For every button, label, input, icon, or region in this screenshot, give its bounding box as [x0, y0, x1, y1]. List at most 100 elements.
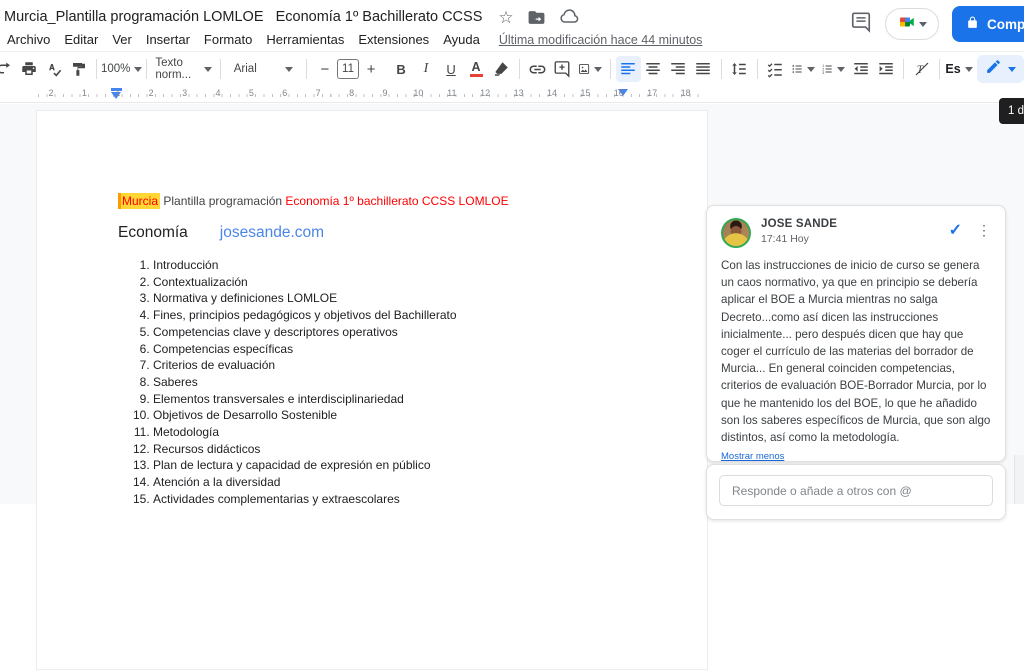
editing-mode-button[interactable]	[977, 55, 1024, 83]
resolve-check-icon[interactable]: ✓	[949, 220, 962, 240]
zoom-select[interactable]: 100%	[102, 56, 141, 82]
toolbar: 100% Texto norm... Arial − 11 + B I U A	[0, 52, 1024, 86]
menu-ver[interactable]: Ver	[105, 30, 139, 49]
ruler-number: 1	[115, 88, 120, 98]
list-item: Actividades complementarias y extraescol…	[153, 491, 667, 508]
print-icon[interactable]	[16, 56, 41, 82]
text-color-label: A	[472, 61, 481, 74]
font-size-increase-button[interactable]: +	[359, 56, 384, 82]
doc-heading-line[interactable]: Economía josesande.com	[118, 224, 667, 242]
list-item: Normativa y definiciones LOMLOE	[153, 290, 667, 307]
chevron-down-icon	[1008, 67, 1016, 72]
align-left-button[interactable]	[616, 56, 641, 82]
text-color-button[interactable]: A	[464, 56, 489, 82]
comment-body: Con las instrucciones de inicio de curso…	[721, 257, 991, 446]
doc-title-red[interactable]: Economía 1º bachillerato CCSS LOMLOE	[285, 194, 508, 208]
lock-icon	[966, 16, 979, 32]
list-item: Plan de lectura y capacidad de expresión…	[153, 457, 667, 474]
doc-numbered-list[interactable]: IntroducciónContextualizaciónNormativa y…	[118, 257, 667, 508]
list-item: Competencias específicas	[153, 341, 667, 358]
menu-editar[interactable]: Editar	[57, 30, 105, 49]
highlight-color-icon[interactable]	[489, 56, 514, 82]
clear-formatting-icon[interactable]: T	[909, 56, 934, 82]
ruler-number: 15	[580, 88, 590, 98]
list-item: Contextualización	[153, 274, 667, 291]
bulleted-list-button[interactable]	[788, 56, 818, 82]
reply-input[interactable]	[719, 475, 993, 506]
comment-history-icon[interactable]	[850, 11, 872, 38]
add-comment-icon[interactable]	[550, 56, 575, 82]
menu-ayuda[interactable]: Ayuda	[436, 30, 487, 49]
paint-format-icon[interactable]	[66, 56, 91, 82]
ruler-number: 2	[149, 88, 154, 98]
ruler-number: 13	[514, 88, 524, 98]
insert-link-icon[interactable]	[525, 56, 550, 82]
insert-image-button[interactable]	[575, 56, 605, 82]
avatar	[721, 218, 751, 248]
font-size-input[interactable]: 11	[337, 59, 358, 79]
align-justify-button[interactable]	[691, 56, 716, 82]
ruler-number: 8	[349, 88, 354, 98]
styles-select[interactable]: Texto norm...	[152, 56, 214, 82]
star-icon[interactable]: ☆	[498, 9, 513, 26]
redo-icon[interactable]	[0, 56, 16, 82]
cloud-status-icon[interactable]	[559, 7, 579, 27]
bold-button[interactable]: B	[389, 56, 414, 82]
highlighted-text[interactable]: Murcia	[118, 193, 160, 209]
ruler-number: 5	[249, 88, 254, 98]
doc-title-line[interactable]: Murcia Plantilla programación Economía 1…	[118, 194, 667, 208]
ruler[interactable]: 21123456789101112131415161718	[0, 86, 1024, 103]
app-header: Murcia_Plantilla programación LOMLOE Eco…	[0, 0, 1024, 52]
line-spacing-icon[interactable]	[727, 56, 752, 82]
chevron-down-icon	[807, 67, 815, 72]
list-item: Introducción	[153, 257, 667, 274]
list-item: Saberes	[153, 374, 667, 391]
scrollbar[interactable]	[1014, 455, 1024, 504]
meet-button[interactable]	[885, 8, 939, 40]
font-size-decrease-button[interactable]: −	[312, 56, 337, 82]
doc-heading[interactable]: Economía	[118, 224, 188, 241]
menu-extensiones[interactable]: Extensiones	[351, 30, 436, 49]
menu-herramientas[interactable]: Herramientas	[259, 30, 351, 49]
last-modified-link[interactable]: Última modificación hace 44 minutos	[499, 33, 703, 47]
move-folder-icon[interactable]	[527, 8, 546, 27]
checklist-icon[interactable]	[763, 56, 788, 82]
font-select[interactable]: Arial	[226, 56, 302, 82]
page-count-badge: 1 de	[999, 98, 1024, 124]
list-item: Atención a la diversidad	[153, 474, 667, 491]
list-item: Objetivos de Desarrollo Sostenible	[153, 407, 667, 424]
comment-author: JOSE SANDE	[761, 218, 837, 230]
numbered-list-button[interactable]: 123	[818, 56, 848, 82]
list-item: Metodología	[153, 424, 667, 441]
ruler-number: 3	[182, 88, 187, 98]
styles-value: Texto norm...	[155, 57, 199, 81]
comment-reply-card[interactable]	[706, 464, 1006, 520]
underline-button[interactable]: U	[439, 56, 464, 82]
ruler-number: 12	[480, 88, 490, 98]
chevron-down-icon	[594, 67, 602, 72]
italic-button[interactable]: I	[414, 56, 439, 82]
decrease-indent-icon[interactable]	[848, 56, 873, 82]
document-title[interactable]: Murcia_Plantilla programación LOMLOE Eco…	[4, 9, 482, 25]
ruler-number: 9	[382, 88, 387, 98]
align-center-button[interactable]	[641, 56, 666, 82]
language-select[interactable]: Es	[945, 56, 973, 82]
increase-indent-icon[interactable]	[873, 56, 898, 82]
menu-formato[interactable]: Formato	[197, 30, 259, 49]
chevron-down-icon	[837, 67, 845, 72]
menu-insertar[interactable]: Insertar	[139, 30, 197, 49]
doc-link[interactable]: josesande.com	[220, 224, 324, 241]
spellcheck-icon[interactable]	[41, 56, 66, 82]
align-right-button[interactable]	[666, 56, 691, 82]
zoom-value: 100%	[101, 63, 130, 75]
show-less-link[interactable]: Mostrar menos	[721, 451, 784, 462]
document-page[interactable]: Murcia Plantilla programación Economía 1…	[36, 110, 708, 670]
doc-title-mid[interactable]: Plantilla programación	[160, 194, 285, 208]
comment-card[interactable]: JOSE SANDE 17:41 Hoy ✓ ⋮ Con las instruc…	[706, 205, 1006, 462]
more-options-icon[interactable]: ⋮	[977, 222, 991, 239]
list-item: Competencias clave y descriptores operat…	[153, 324, 667, 341]
share-button[interactable]: Compartir	[952, 6, 1024, 42]
list-item: Recursos didácticos	[153, 441, 667, 458]
chevron-down-icon	[919, 22, 927, 27]
menu-archivo[interactable]: Archivo	[0, 30, 57, 49]
